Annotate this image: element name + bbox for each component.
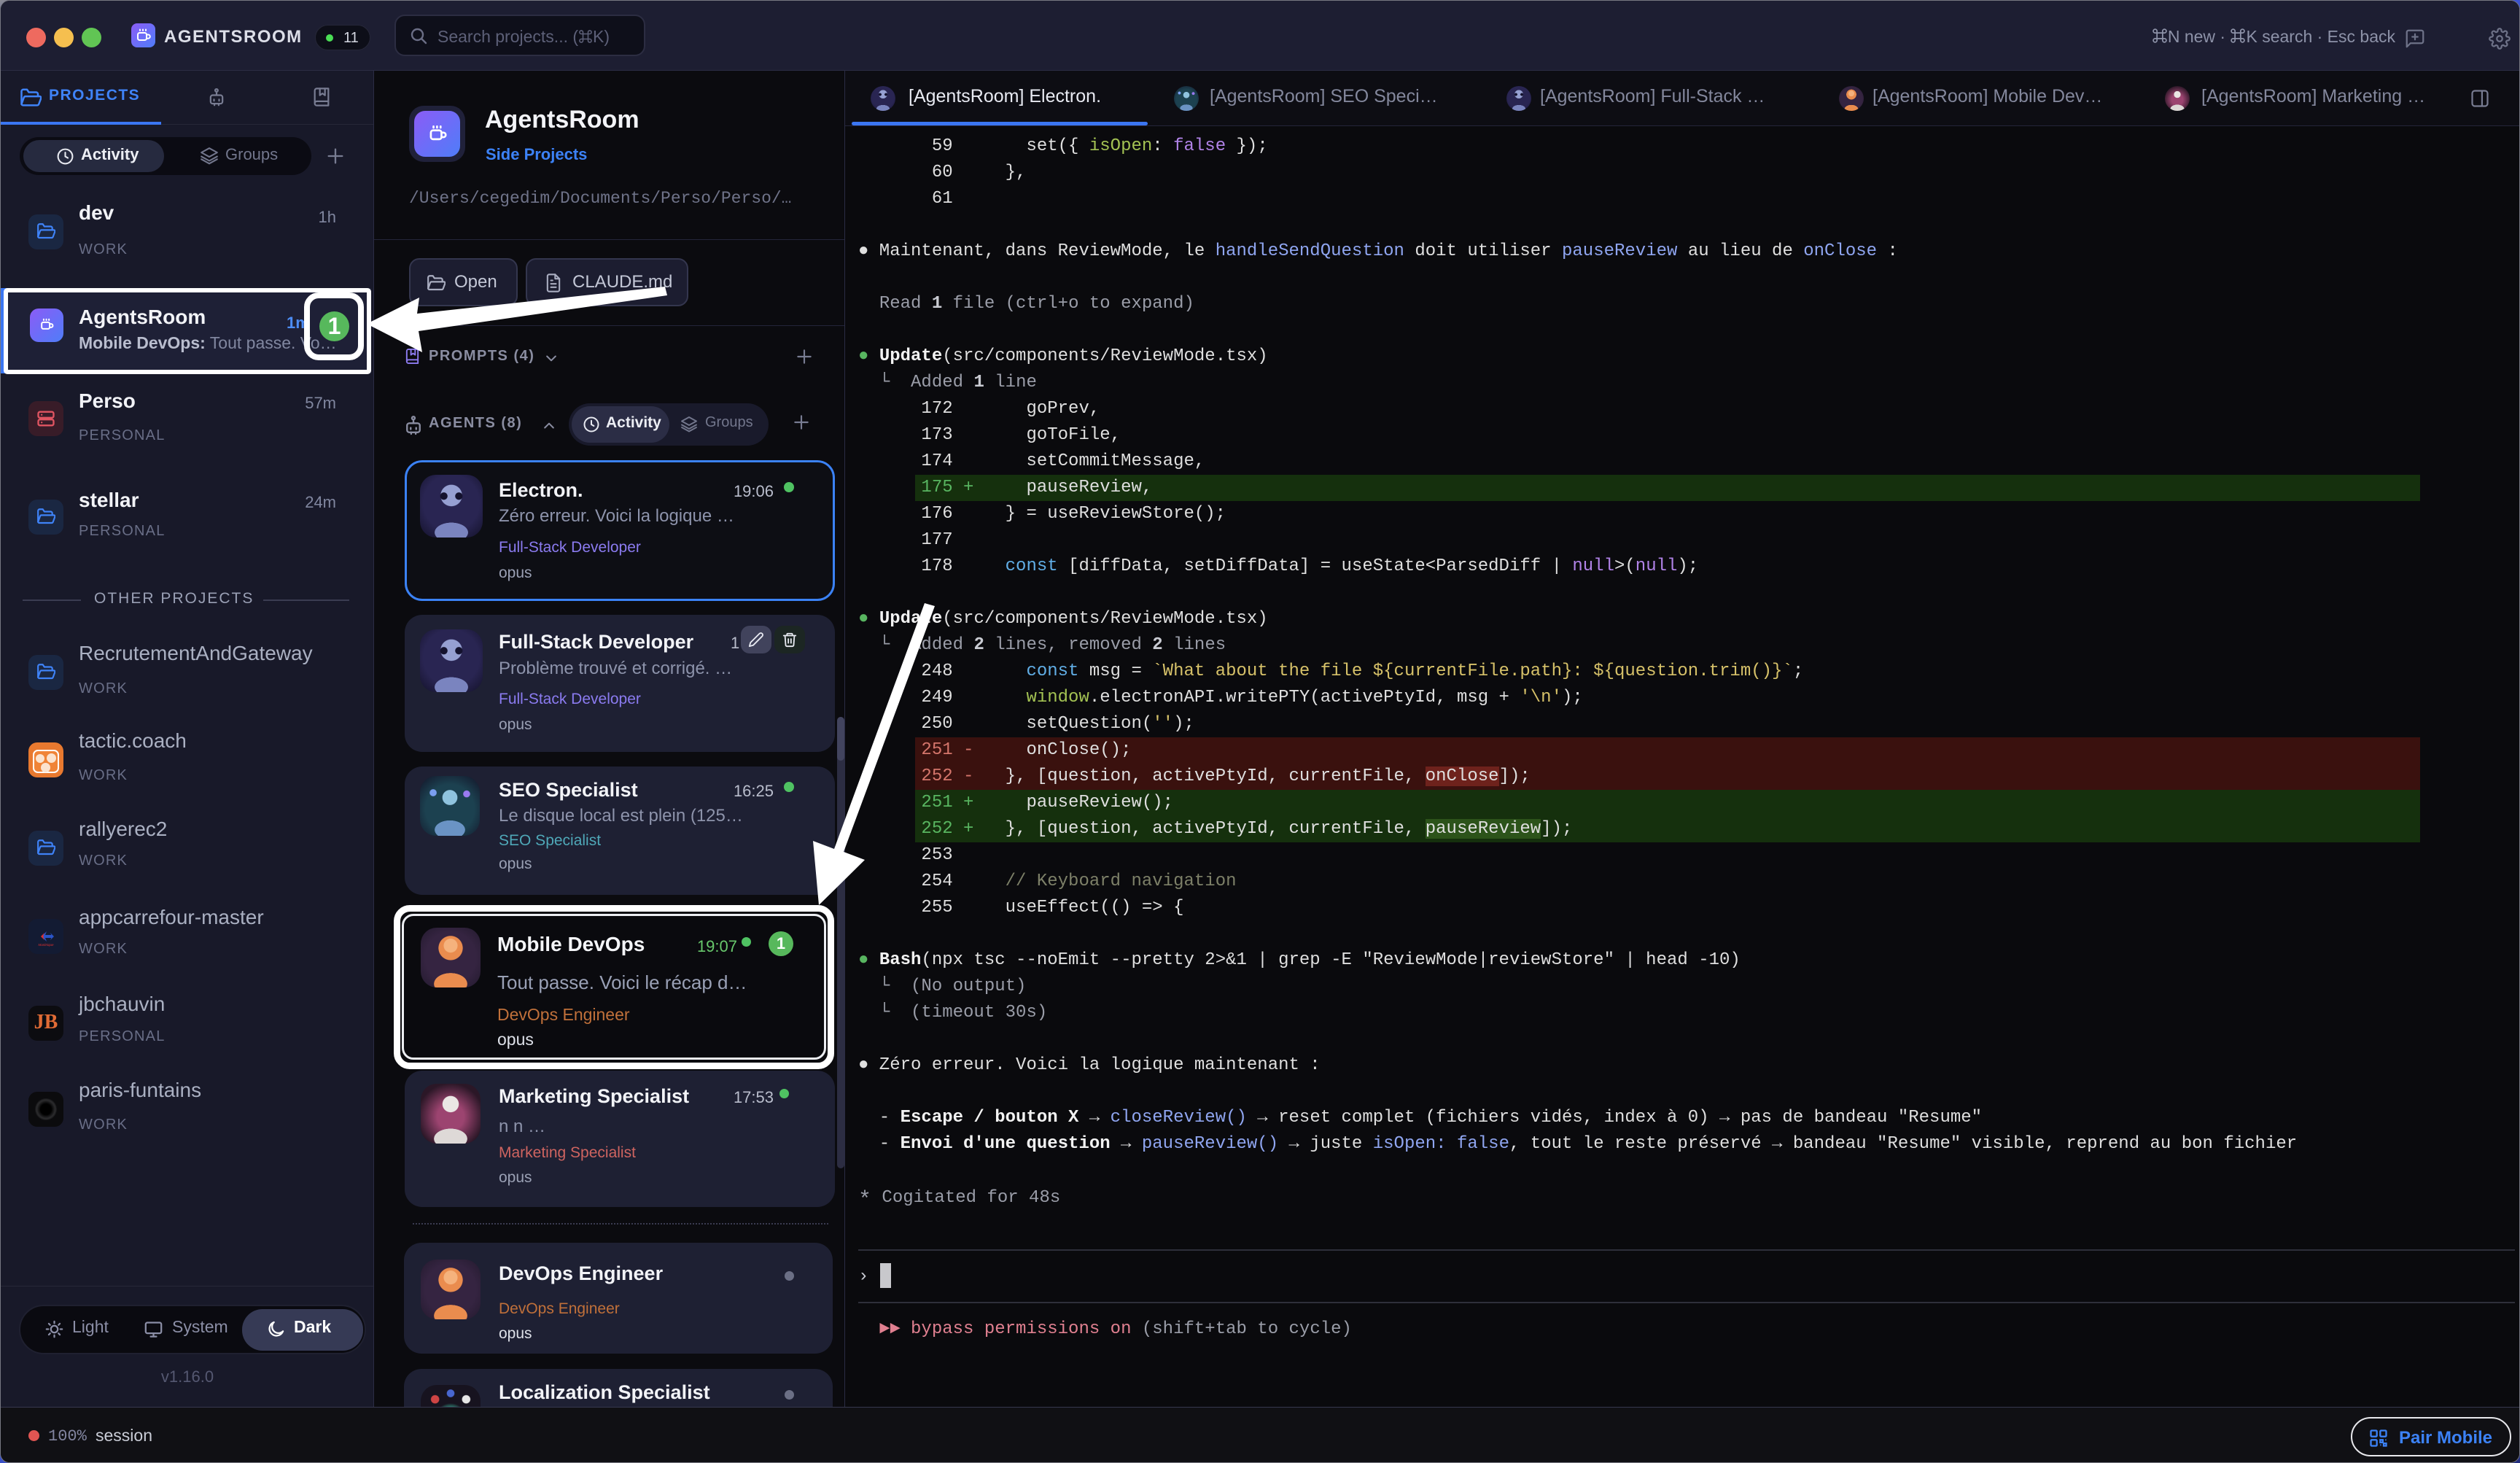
svg-text:Martinique: Martinique <box>38 943 54 947</box>
